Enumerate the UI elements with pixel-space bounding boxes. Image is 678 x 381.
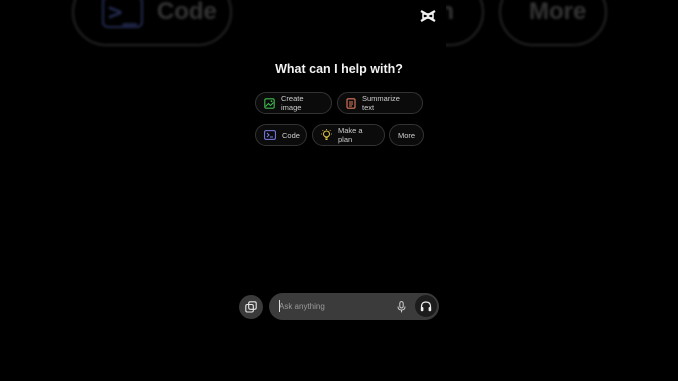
- bg-pill-more: More: [499, 0, 607, 46]
- bg-pill-code: >_ Code: [72, 0, 232, 46]
- chat-panel: [236, 0, 446, 381]
- ask-input[interactable]: [279, 299, 389, 314]
- chip-create-image[interactable]: Create image: [255, 92, 332, 114]
- chip-make-a-plan[interactable]: Make a plan: [312, 124, 385, 146]
- voice-mode-button[interactable]: [415, 295, 437, 317]
- chip-label: Code: [282, 130, 300, 140]
- microphone-icon: [397, 300, 405, 312]
- lightbulb-icon: [321, 129, 332, 140]
- headphones-icon: [420, 300, 432, 311]
- ask-bar: [269, 293, 439, 320]
- capcut-logo-icon: [420, 10, 436, 22]
- apps-icon: [245, 301, 257, 313]
- bg-pill-more-label: More: [529, 0, 587, 25]
- microphone-button[interactable]: [394, 299, 408, 314]
- chip-label: More: [397, 130, 416, 140]
- image-icon: [264, 97, 275, 109]
- chip-more[interactable]: More: [389, 124, 424, 146]
- document-icon: [346, 97, 356, 109]
- apps-button[interactable]: [239, 295, 263, 319]
- bg-pill-code-label: Code: [156, 0, 217, 25]
- chip-summarize-text[interactable]: Summarize text: [337, 92, 423, 114]
- chip-label: Make a plan: [338, 126, 363, 144]
- chip-label: Summarize text: [362, 94, 400, 112]
- page-title: What can I help with?: [275, 62, 403, 76]
- chip-code[interactable]: Code: [255, 124, 307, 146]
- text-caret: [279, 300, 280, 312]
- code-icon: [264, 130, 276, 140]
- code-icon: >_: [102, 0, 143, 28]
- chip-label: Create image: [281, 94, 304, 112]
